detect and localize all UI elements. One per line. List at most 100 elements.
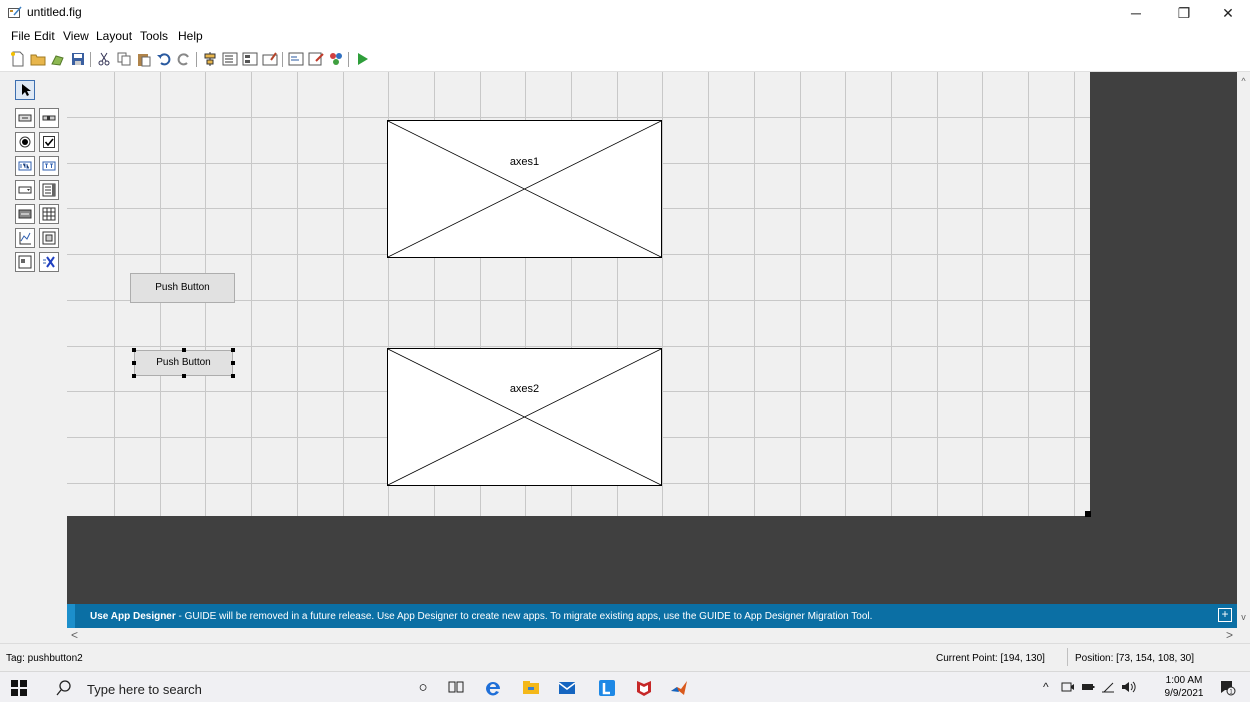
selection-handle[interactable] <box>182 348 186 352</box>
pushbutton1[interactable]: Push Button <box>130 273 235 303</box>
notification-center-icon[interactable]: 1 <box>1218 678 1236 696</box>
selection-handle[interactable] <box>231 348 235 352</box>
checkbox-tool[interactable] <box>39 132 59 152</box>
toolbar-separator <box>90 52 91 67</box>
cortana-icon[interactable]: ○ <box>413 678 433 698</box>
figure-canvas[interactable]: axes1 axes2 Push Button Push Button <box>67 72 1090 516</box>
listbox-tool[interactable] <box>39 180 59 200</box>
checkbox-icon <box>43 136 55 148</box>
selection-handle[interactable] <box>132 374 136 378</box>
axes-tool[interactable] <box>15 228 35 248</box>
minimize-button[interactable]: ─ <box>1114 0 1158 26</box>
close-button[interactable]: ✕ <box>1206 0 1250 26</box>
scroll-down-arrow[interactable]: v <box>1237 610 1250 624</box>
figure-resize-handle[interactable] <box>1085 511 1091 517</box>
button-group-tool[interactable] <box>15 252 35 272</box>
volume-icon[interactable] <box>1120 680 1136 694</box>
matlab-icon[interactable] <box>669 678 689 698</box>
axes2-label: axes2 <box>509 383 540 395</box>
selection-handle[interactable] <box>231 361 235 365</box>
edge-browser-icon[interactable] <box>483 678 503 698</box>
axes1-component[interactable]: axes1 <box>387 120 662 258</box>
task-view-icon[interactable] <box>446 678 466 698</box>
static-text-tool[interactable] <box>39 156 59 176</box>
component-palette <box>0 72 67 628</box>
copy-icon[interactable] <box>116 51 132 67</box>
selection-handle[interactable] <box>132 361 136 365</box>
menu-help[interactable]: Help <box>178 29 203 43</box>
maximize-button[interactable]: ❐ <box>1162 0 1206 26</box>
meet-now-icon[interactable] <box>1061 680 1075 694</box>
slider-tool[interactable] <box>39 108 59 128</box>
file-explorer-icon[interactable] <box>521 678 541 698</box>
selection-handle[interactable] <box>231 374 235 378</box>
windows-start-icon[interactable] <box>10 679 28 697</box>
taskbar-search[interactable]: Type here to search <box>48 676 298 700</box>
axes-placeholder-cross <box>388 121 661 257</box>
table-tool[interactable] <box>39 204 59 224</box>
grid-line <box>251 72 252 516</box>
taskbar-clock[interactable]: 1:00 AM 9/9/2021 <box>1155 674 1213 700</box>
toolbar-separator <box>348 52 349 67</box>
listbox-icon <box>42 183 56 197</box>
menu-editor-icon[interactable] <box>222 51 238 67</box>
radio-button-tool[interactable] <box>15 132 35 152</box>
push-button-tool[interactable] <box>15 108 35 128</box>
menu-tools[interactable]: Tools <box>140 29 168 43</box>
grid-line <box>114 72 115 516</box>
popup-menu-tool[interactable] <box>15 180 35 200</box>
pushbutton2[interactable]: Push Button <box>134 350 233 376</box>
open-folder-icon[interactable] <box>30 51 46 67</box>
toolbar-separator <box>282 52 283 67</box>
mail-icon[interactable] <box>557 678 577 698</box>
selection-handle[interactable] <box>182 374 186 378</box>
scroll-left-arrow[interactable]: < <box>67 628 82 643</box>
l-app-icon[interactable] <box>597 678 617 698</box>
new-file-icon[interactable] <box>10 51 26 67</box>
grid-line <box>297 72 298 516</box>
vertical-scrollbar[interactable]: ^ v <box>1237 72 1250 628</box>
menu-file[interactable]: File <box>11 29 30 43</box>
mcafee-icon[interactable] <box>634 678 654 698</box>
grid-line <box>845 72 846 516</box>
selection-handle[interactable] <box>132 348 136 352</box>
battery-icon[interactable] <box>1081 680 1095 694</box>
toolbar <box>0 46 1250 72</box>
cut-icon[interactable] <box>96 51 112 67</box>
clock-date: 9/9/2021 <box>1164 688 1204 699</box>
activex-tool[interactable] <box>39 252 59 272</box>
tab-order-icon[interactable] <box>242 51 258 67</box>
tray-show-hidden-icon[interactable]: ^ <box>1043 680 1049 694</box>
panel-tool[interactable] <box>39 228 59 248</box>
paste-icon[interactable] <box>136 51 152 67</box>
edit-text-tool[interactable] <box>15 156 35 176</box>
scroll-right-arrow[interactable]: > <box>1222 628 1237 643</box>
align-icon[interactable] <box>202 51 218 67</box>
toggle-button-tool[interactable] <box>15 204 35 224</box>
grid-line <box>754 72 755 516</box>
grid-line <box>67 346 1090 347</box>
run-figure-icon[interactable] <box>354 51 370 67</box>
axes1-label: axes1 <box>509 156 540 168</box>
menu-view[interactable]: View <box>63 29 89 43</box>
property-inspector-icon[interactable] <box>308 51 324 67</box>
banner-link[interactable]: Use App Designer <box>90 611 176 622</box>
save-icon[interactable] <box>70 51 86 67</box>
grid-line <box>982 72 983 516</box>
editor-icon[interactable] <box>288 51 304 67</box>
open-icon[interactable] <box>50 51 66 67</box>
menu-layout[interactable]: Layout <box>96 29 132 43</box>
axes2-component[interactable]: axes2 <box>387 348 662 486</box>
banner-expand-button[interactable]: + <box>1218 608 1232 622</box>
select-tool[interactable] <box>15 80 35 100</box>
horizontal-scrollbar[interactable]: < > <box>67 628 1237 643</box>
object-browser-icon[interactable] <box>328 51 344 67</box>
toolbar-editor-icon[interactable] <box>262 51 278 67</box>
wifi-icon[interactable] <box>1101 680 1115 694</box>
undo-icon[interactable] <box>156 51 172 67</box>
grid-line <box>67 117 1090 118</box>
scroll-up-arrow[interactable]: ^ <box>1237 74 1250 88</box>
redo-icon[interactable] <box>176 51 192 67</box>
grid-line <box>343 72 344 516</box>
menu-edit[interactable]: Edit <box>34 29 55 43</box>
